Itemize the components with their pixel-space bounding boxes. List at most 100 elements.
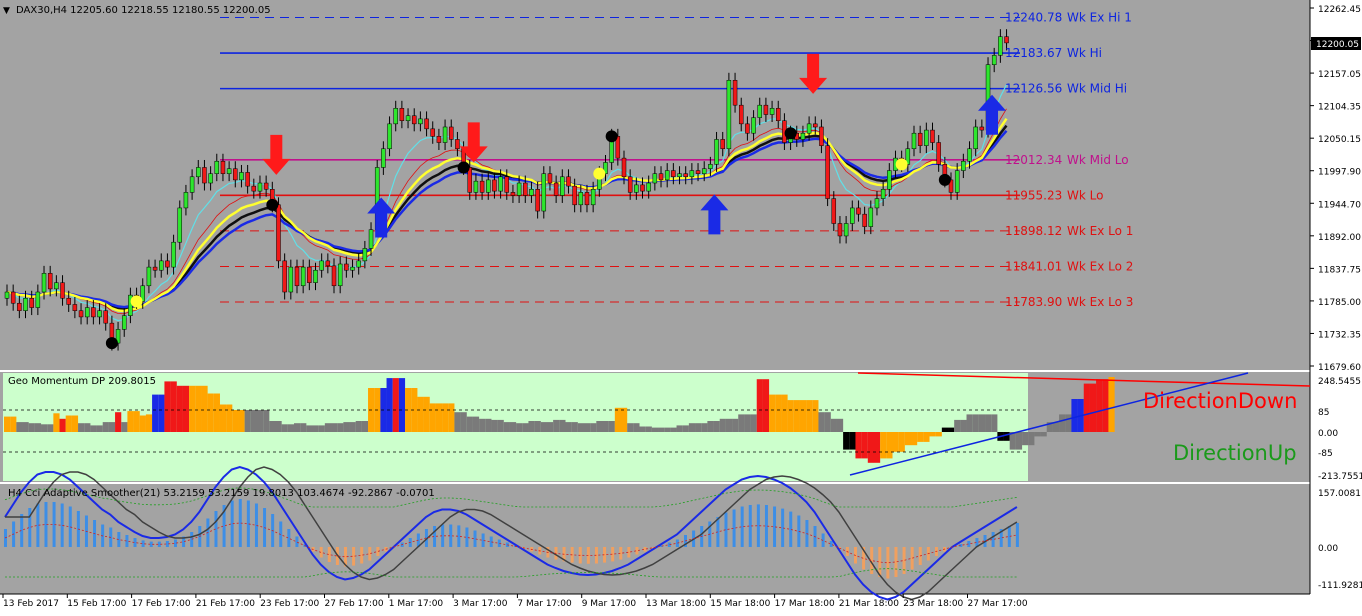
bear-candle	[78, 310, 84, 318]
momentum-bar	[145, 414, 153, 432]
momentum-bar	[602, 421, 609, 432]
momentum-bar	[954, 419, 961, 432]
momentum-bar	[725, 418, 733, 432]
bull-candle	[880, 189, 886, 199]
momentum-bar	[195, 385, 202, 432]
momentum-bar	[744, 414, 751, 432]
bull-candle	[239, 172, 244, 181]
level-value: 12012.34	[1005, 153, 1062, 167]
momentum-bar	[4, 416, 11, 432]
momentum-bar	[293, 423, 301, 432]
momentum-bar	[182, 385, 190, 432]
momentum-bar	[849, 432, 856, 450]
momentum-bar	[559, 419, 566, 432]
bull-candle	[806, 123, 812, 134]
momentum-bar	[244, 410, 251, 432]
bull-candle	[350, 266, 355, 271]
momentum-bar	[71, 415, 79, 432]
bear-candle	[671, 170, 676, 178]
bear-candle	[263, 182, 269, 190]
momentum-bar	[219, 404, 227, 432]
momentum-bar	[1003, 432, 1010, 441]
momentum-bar	[324, 423, 332, 432]
price-tick-label: 12157.05	[1318, 70, 1361, 80]
momentum-bar	[1102, 379, 1109, 432]
black-dot-icon	[784, 127, 797, 140]
momentum-bar	[1022, 432, 1029, 446]
level-name: Wk Hi	[1067, 46, 1102, 60]
momentum-bar	[867, 432, 874, 463]
momentum-bar	[263, 410, 270, 432]
level-value: 11841.01	[1005, 259, 1062, 273]
bear-candle	[282, 260, 287, 293]
momentum-bar	[756, 379, 763, 432]
bull-candle	[961, 160, 966, 171]
bull-candle	[578, 192, 584, 206]
price-tick-label: 12050.15	[1318, 135, 1361, 145]
bull-candle	[973, 126, 978, 150]
bull-candle	[516, 182, 522, 196]
price-tick-label: 11837.75	[1318, 265, 1361, 275]
momentum-bar	[676, 425, 683, 432]
momentum-bar	[886, 432, 893, 459]
bull-candle	[300, 266, 306, 287]
momentum-bar	[232, 410, 239, 432]
momentum-title: Geo Momentum DP 209.8015	[8, 376, 156, 387]
momentum-bar	[349, 422, 356, 432]
bull-candle	[634, 184, 639, 193]
bull-candle	[97, 310, 102, 318]
level-value: 11898.12	[1005, 224, 1062, 238]
momentum-bar	[596, 421, 603, 432]
momentum-bar	[306, 425, 313, 432]
momentum-bar	[917, 432, 924, 442]
bull-candle	[183, 192, 189, 209]
price-tick-label: 11679.60	[1318, 363, 1361, 373]
momentum-bar	[460, 412, 467, 432]
momentum-bar	[331, 423, 338, 432]
bull-candle	[337, 263, 343, 287]
chart-dropdown-icon[interactable]: ▼	[3, 6, 10, 16]
momentum-bar	[1096, 379, 1103, 432]
bear-candle	[294, 266, 300, 287]
bear-candle	[553, 182, 559, 196]
momentum-bar	[22, 422, 29, 432]
bull-candle	[874, 198, 880, 209]
momentum-bar	[627, 423, 634, 432]
bull-candle	[4, 291, 10, 299]
momentum-bar	[189, 385, 196, 432]
momentum-bar	[651, 427, 659, 432]
current-price-label: 12200.05	[1316, 40, 1359, 50]
momentum-bar	[695, 423, 702, 432]
momentum-bar	[898, 432, 905, 452]
bull-candle	[146, 266, 152, 287]
bear-candle	[103, 310, 108, 324]
momentum-bar	[608, 421, 615, 432]
momentum-bar	[830, 418, 837, 432]
momentum-bar	[732, 418, 739, 432]
bull-candle	[924, 129, 929, 146]
momentum-bar	[738, 414, 745, 432]
momentum-bar	[442, 403, 449, 432]
bear-candle	[399, 108, 405, 121]
momentum-bar	[941, 427, 949, 432]
momentum-bar	[121, 422, 128, 432]
momentum-bar	[256, 410, 264, 432]
momentum-bar	[269, 421, 276, 432]
momentum-bar	[485, 418, 492, 432]
momentum-bar	[10, 416, 17, 432]
momentum-bar	[287, 424, 295, 432]
price-tick-label: 12262.45	[1318, 5, 1361, 15]
momentum-bar	[429, 403, 436, 432]
bear-candle	[152, 266, 158, 271]
time-tick-label: 13 Mar 18:00	[646, 599, 706, 609]
bear-candle	[566, 176, 571, 187]
momentum-bar	[621, 407, 628, 432]
momentum-bar	[583, 423, 591, 432]
price-tick-label: 11785.00	[1318, 298, 1361, 308]
momentum-bar	[207, 393, 214, 432]
momentum-bar	[90, 425, 97, 432]
momentum-bar	[571, 422, 578, 432]
momentum-bar	[133, 411, 140, 432]
momentum-bar	[910, 432, 918, 446]
momentum-bar	[713, 421, 720, 432]
